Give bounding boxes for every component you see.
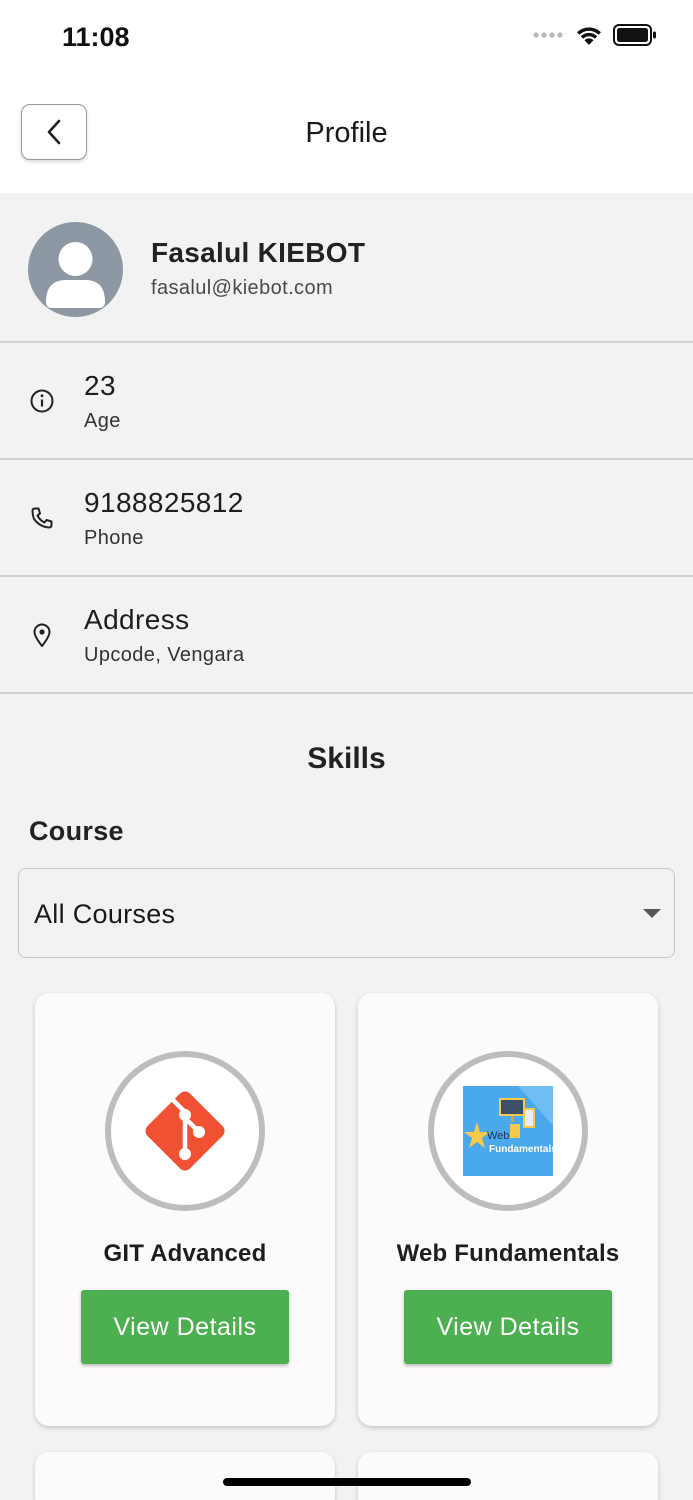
course-dropdown-value: All Courses <box>34 899 176 929</box>
thumb-text-web: Web <box>487 1130 510 1142</box>
course-card-partial <box>358 1452 658 1500</box>
web-fundamentals-thumbnail: Web Fundamentals <box>463 1086 553 1176</box>
course-card-partial <box>35 1452 335 1500</box>
phone-label: Phone <box>84 527 144 549</box>
avatar <box>28 222 123 317</box>
page-title: Profile <box>305 117 388 149</box>
course-image-ring <box>105 1051 265 1211</box>
profile-email: fasalul@kiebot.com <box>151 277 334 299</box>
info-row-phone: 9188825812 Phone <box>0 460 693 577</box>
phone-value: 9188825812 <box>84 487 244 518</box>
user-placeholder-icon <box>46 242 105 308</box>
info-icon <box>30 389 54 413</box>
location-pin-icon <box>33 623 51 647</box>
git-logo-icon <box>145 1091 225 1171</box>
home-indicator[interactable] <box>223 1478 471 1486</box>
signal-icon <box>533 32 563 38</box>
age-value: 23 <box>84 370 116 401</box>
course-title: GIT Advanced <box>103 1240 267 1267</box>
profile-name: Fasalul KIEBOT <box>151 237 366 268</box>
info-row-age: 23 Age <box>0 343 693 460</box>
thumb-text-fundamentals: Fundamentals <box>489 1144 553 1155</box>
address-value: Upcode, Vengara <box>84 644 245 666</box>
course-title: Web Fundamentals <box>396 1240 620 1267</box>
course-card-web-fundamentals: Web Fundamentals Web Fundamentals View D… <box>358 993 658 1426</box>
course-card-git-advanced: GIT Advanced View Details <box>35 993 335 1426</box>
address-heading: Address <box>84 604 190 635</box>
view-details-button[interactable]: View Details <box>404 1290 612 1364</box>
battery-icon <box>613 24 656 46</box>
age-label: Age <box>84 410 121 432</box>
course-image-ring: Web Fundamentals <box>428 1051 588 1211</box>
info-row-address: Address Upcode, Vengara <box>0 577 693 694</box>
dropdown-arrow-icon <box>643 909 661 918</box>
status-bar: 11:08 <box>0 0 693 76</box>
wifi-icon <box>577 27 601 45</box>
status-time: 11:08 <box>62 22 130 52</box>
profile-summary: Fasalul KIEBOT fasalul@kiebot.com <box>0 193 693 343</box>
course-label: Course <box>29 816 124 846</box>
view-details-button[interactable]: View Details <box>81 1290 289 1364</box>
course-dropdown[interactable]: All Courses <box>18 868 675 958</box>
skills-heading: Skills <box>307 742 386 775</box>
app-header: Profile <box>0 76 693 193</box>
status-icons <box>533 24 657 46</box>
phone-icon <box>31 507 53 529</box>
